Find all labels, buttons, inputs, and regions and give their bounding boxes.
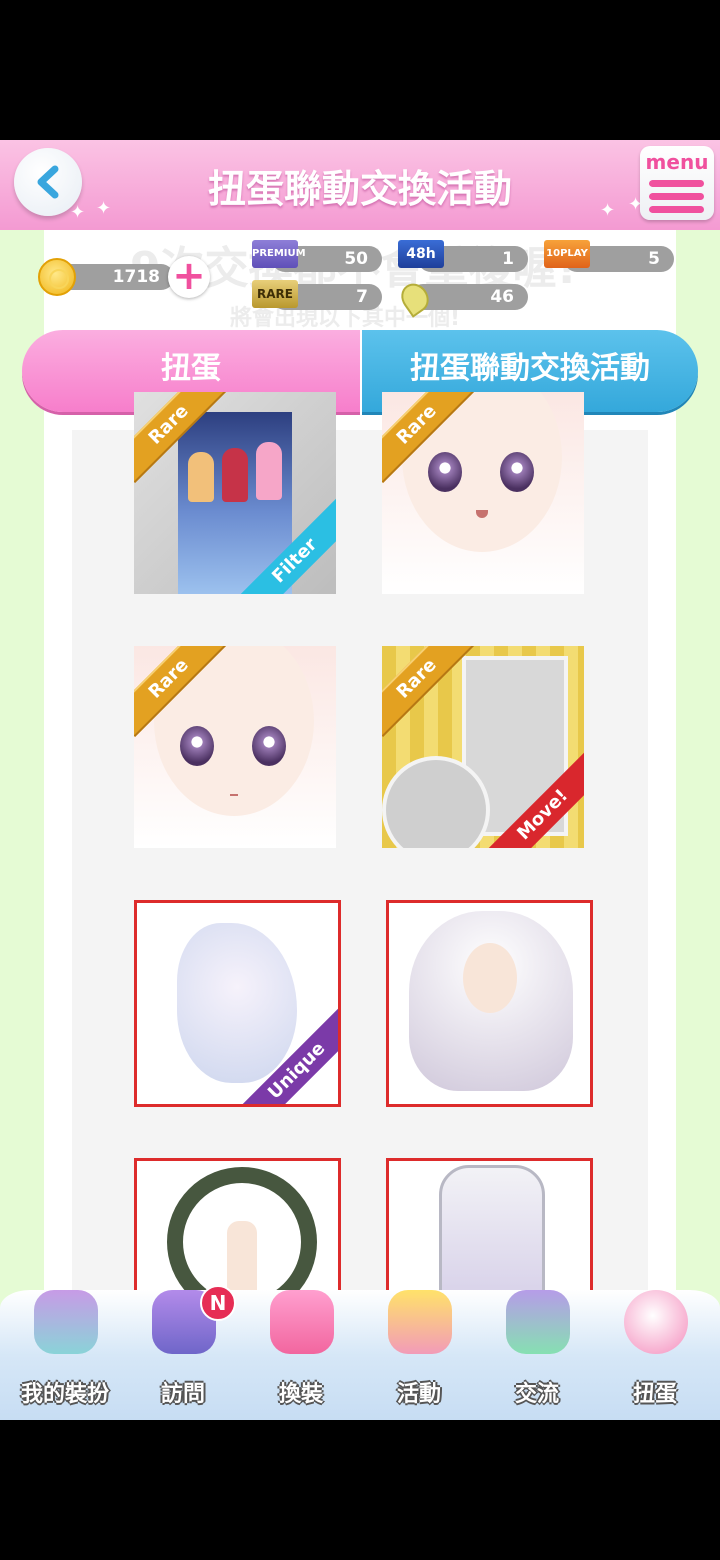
eye-decoration — [500, 452, 534, 492]
nav-community[interactable]: 交流 — [482, 1280, 592, 1420]
nav-gacha[interactable]: 扭蛋 — [600, 1280, 710, 1420]
item-card-face-calm[interactable]: Rare — [134, 646, 336, 848]
nav-label: 交流 — [514, 1382, 559, 1407]
star-decoration-icon: ✦ — [96, 198, 112, 219]
eye-decoration — [180, 726, 214, 766]
item-image — [177, 923, 297, 1083]
item-card-filter[interactable]: Rare Filter — [134, 392, 336, 594]
gacha-icon — [624, 1290, 688, 1354]
app-screen: ✦ ✦ ✦ ✦ 扭蛋聯動交換活動 menu 9次交換都不會重複喔! 將會出現以下… — [0, 140, 720, 1420]
item-card-face-open[interactable]: Rare — [382, 392, 584, 594]
coin-icon — [38, 258, 76, 296]
nav-label: 換裝 — [278, 1382, 323, 1407]
nav-event[interactable]: 活動 — [364, 1280, 474, 1420]
my-outfit-icon — [34, 1290, 98, 1354]
rare-ticket-icon: RARE — [252, 280, 298, 308]
back-button[interactable] — [14, 148, 82, 216]
star-decoration-icon: ✦ — [600, 200, 616, 221]
new-badge: N — [200, 1285, 236, 1321]
page-title: 扭蛋聯動交換活動 — [207, 167, 512, 211]
event-icon — [388, 1290, 452, 1354]
item-card-unique-dress[interactable]: Unique — [134, 900, 341, 1107]
nav-label: 扭蛋 — [632, 1382, 677, 1407]
menu-button[interactable]: menu — [640, 146, 714, 220]
nav-label: 訪問 — [160, 1382, 205, 1407]
menu-label: menu — [645, 150, 709, 174]
item-card-frame[interactable]: Rare Move! — [382, 646, 584, 848]
item-card-hair[interactable] — [386, 900, 593, 1107]
nav-label: 我的裝扮 — [20, 1382, 109, 1407]
premium-ticket-icon: PREMIUM — [252, 240, 306, 268]
nav-label: 活動 — [396, 1382, 441, 1407]
nav-dress-up[interactable]: 換裝 — [246, 1280, 356, 1420]
eye-decoration — [428, 452, 462, 492]
eye-decoration — [252, 726, 286, 766]
ticket-48h-icon: 48h — [398, 240, 444, 268]
community-icon — [506, 1290, 570, 1354]
ticket-10play-icon: 10PLAY — [544, 240, 590, 268]
chevron-left-icon — [37, 165, 59, 199]
header-bar: ✦ ✦ ✦ ✦ 扭蛋聯動交換活動 menu — [0, 140, 720, 230]
nav-my-outfit[interactable]: 我的裝扮 — [10, 1280, 120, 1420]
dress-up-icon — [270, 1290, 334, 1354]
hamburger-icon — [649, 180, 704, 213]
add-coins-button[interactable]: + — [168, 256, 210, 298]
